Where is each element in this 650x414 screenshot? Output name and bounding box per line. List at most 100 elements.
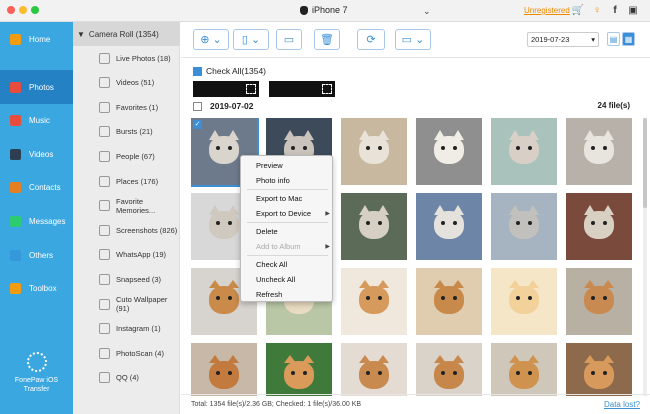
cat-eye (528, 221, 532, 225)
photo-thumbnail[interactable] (416, 118, 482, 185)
scrollbar-thumb[interactable] (643, 118, 647, 208)
delete-button[interactable]: 🗑 (314, 29, 340, 50)
photos-icon (10, 81, 21, 93)
album-item[interactable]: QQ (4) (73, 366, 180, 390)
menu-separator (247, 189, 328, 190)
album-item[interactable]: Bursts (21) (73, 120, 180, 144)
date-group-count: 24 file(s) (597, 101, 630, 110)
cat-eye (216, 146, 220, 150)
key-icon[interactable]: ♀ (591, 4, 603, 16)
album-icon (99, 372, 110, 384)
minimize-window-button[interactable] (19, 6, 27, 14)
maximize-window-button[interactable] (31, 6, 39, 14)
export-to-device-button[interactable]: ▯ ⌄ (233, 29, 269, 50)
export-to-pc-button[interactable]: ▭ (276, 29, 302, 50)
nav-item-label: Messages (29, 216, 66, 226)
context-menu-item-label: Refresh (256, 290, 283, 299)
context-menu-item[interactable]: Refresh (241, 287, 334, 302)
album-item[interactable]: PhotoScan (4) (73, 341, 180, 365)
status-text: Total: 1354 file(s)/2.36 GB; Checked: 1 … (191, 401, 362, 408)
dog-face (359, 286, 389, 314)
cat-face (509, 211, 539, 239)
album-camera-roll[interactable]: ▼ Camera Roll (1354) (73, 22, 180, 46)
photo-thumbnail[interactable] (566, 193, 632, 260)
photo-thumbnail[interactable] (341, 268, 407, 335)
cart-icon[interactable]: 🛒 (572, 4, 584, 16)
cat-eye (603, 146, 607, 150)
context-menu-item[interactable]: Export to Device ▶ (241, 206, 334, 221)
date-selector[interactable]: 2019-07-23 ▾ (527, 32, 599, 47)
date-group-checkbox[interactable] (193, 101, 202, 111)
photo-thumbnail[interactable] (341, 343, 407, 396)
device-selector[interactable]: iPhone 7 (300, 5, 348, 15)
submenu-arrow-icon: ▶ (325, 211, 330, 217)
context-menu-item-label: Add to Album (256, 242, 301, 251)
close-window-button[interactable] (7, 6, 15, 14)
album-item[interactable]: Favorites (1) (73, 95, 180, 119)
check-all-checkbox[interactable] (193, 66, 202, 76)
title-bar: iPhone 7 ⌄ Unregistered 🛒 ♀ f ▣ (0, 0, 650, 22)
photo-thumbnail[interactable] (491, 268, 557, 335)
dog-eye (228, 296, 232, 300)
device-dropdown-chevron-icon[interactable]: ⌄ (423, 6, 431, 17)
album-item[interactable]: Live Photos (18) (73, 46, 180, 70)
selected-check-icon[interactable]: ✓ (193, 120, 202, 129)
album-item[interactable]: Cuto Wallpaper (91) (73, 292, 180, 316)
context-menu-item[interactable]: Photo info (241, 173, 334, 188)
facebook-icon[interactable]: f (609, 4, 621, 16)
nav-item-messages[interactable]: Messages (0, 204, 73, 238)
toolbox-button[interactable]: ▭ ⌄ (395, 29, 431, 50)
music-icon (10, 114, 21, 126)
grid-view-button[interactable]: ▦ (622, 32, 635, 46)
album-item[interactable]: Snapseed (3) (73, 267, 180, 291)
photo-thumbnail[interactable] (566, 343, 632, 396)
unregistered-link[interactable]: Unregistered (524, 6, 570, 15)
photo-thumbnail[interactable] (491, 193, 557, 260)
context-menu-item: Add to Album ▶ (241, 239, 334, 254)
photo-thumbnail[interactable] (266, 343, 332, 396)
photo-thumbnail[interactable] (491, 343, 557, 396)
context-menu-item-label: Preview (256, 161, 283, 170)
album-item[interactable]: Favorite Memories... (73, 194, 180, 218)
nav-item-home[interactable]: Home (0, 22, 73, 56)
context-menu-item[interactable]: Check All (241, 257, 334, 272)
add-button[interactable]: ⊕ ⌄ (193, 29, 229, 50)
album-label: QQ (4) (116, 373, 139, 383)
nav-item-contacts[interactable]: Contacts (0, 170, 73, 204)
context-menu-item[interactable]: Delete (241, 224, 334, 239)
list-view-button[interactable]: ▤ (607, 32, 620, 46)
photo-thumbnail[interactable] (341, 193, 407, 260)
album-item[interactable]: People (67) (73, 144, 180, 168)
photo-thumbnail[interactable] (416, 343, 482, 396)
check-all-row[interactable]: Check All(1354) (193, 66, 266, 76)
album-item[interactable]: Instagram (1) (73, 317, 180, 341)
others-icon (10, 249, 21, 261)
nav-item-photos[interactable]: Photos (0, 70, 73, 104)
nav-item-others[interactable]: Others (0, 238, 73, 272)
feedback-icon[interactable]: ▣ (627, 4, 639, 16)
album-item[interactable]: Screenshots (826) (73, 218, 180, 242)
nav-item-videos[interactable]: Videos (0, 137, 73, 171)
scrollbar[interactable] (643, 118, 647, 396)
photo-thumbnail[interactable] (191, 343, 257, 396)
context-menu-item[interactable]: Uncheck All (241, 272, 334, 287)
nav-item-music[interactable]: Music (0, 103, 73, 137)
photo-thumbnail[interactable] (341, 118, 407, 185)
dog-eye (603, 296, 607, 300)
album-item[interactable]: Videos (51) (73, 71, 180, 95)
photo-thumbnail[interactable] (491, 118, 557, 185)
album-icon (99, 150, 110, 162)
photo-thumbnail[interactable] (566, 118, 632, 185)
photo-thumbnail[interactable] (566, 268, 632, 335)
context-menu-item[interactable]: Preview (241, 158, 334, 173)
nav-item-toolbox[interactable]: Toolbox (0, 271, 73, 305)
album-item[interactable]: Places (176) (73, 169, 180, 193)
album-icon (99, 126, 110, 138)
context-menu-item[interactable]: Export to Mac (241, 191, 334, 206)
album-item[interactable]: WhatsApp (19) (73, 243, 180, 267)
photo-thumbnail[interactable] (416, 268, 482, 335)
data-lost-link[interactable]: Data lost? (604, 400, 640, 409)
refresh-button[interactable]: ⟳ (357, 29, 385, 50)
photo-thumbnail[interactable] (416, 193, 482, 260)
context-menu-item-label: Delete (256, 227, 278, 236)
